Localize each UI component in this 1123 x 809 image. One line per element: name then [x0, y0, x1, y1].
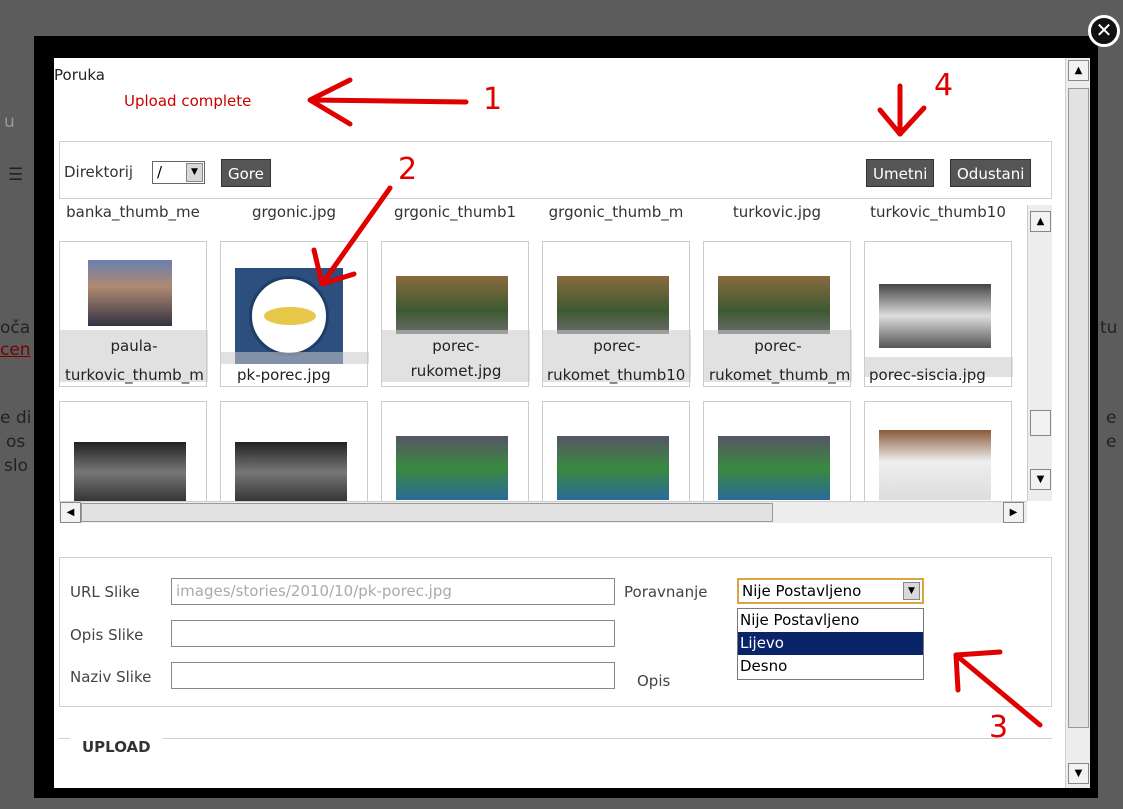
- arrow-2: [319, 185, 393, 287]
- annotation-label: 2: [398, 152, 418, 187]
- annotation-arrows: [307, 77, 1043, 728]
- annotation-label: 1: [483, 82, 503, 117]
- annotation-label: 4: [934, 68, 954, 103]
- arrow-1: [309, 97, 469, 105]
- annotation-label: 3: [989, 710, 1009, 745]
